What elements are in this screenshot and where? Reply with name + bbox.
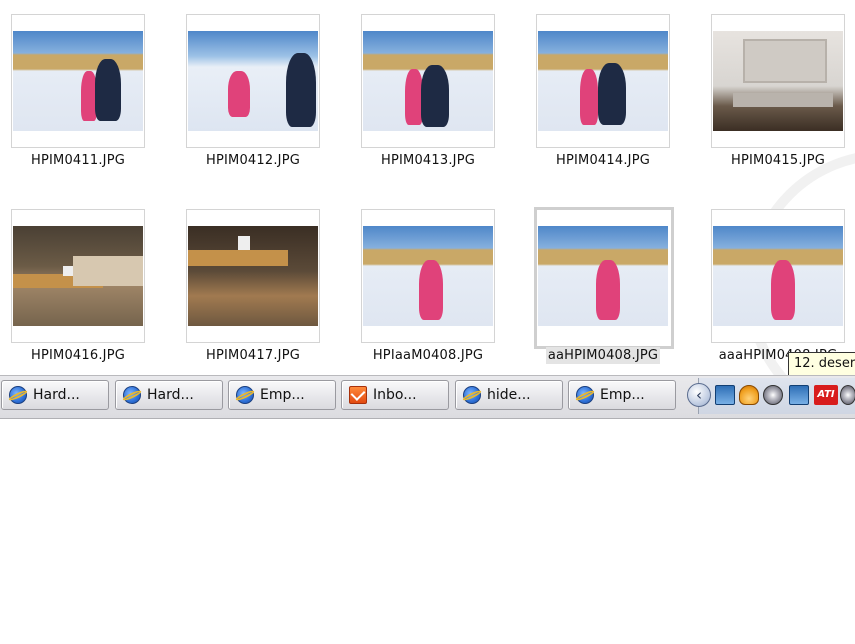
thumbnail-item[interactable]: HPIaaM0408.JPG	[350, 195, 525, 370]
ie-icon	[9, 386, 27, 404]
taskbar-button-label: Inbo...	[373, 387, 417, 403]
show-hidden-icons-button[interactable]: ‹	[687, 383, 711, 407]
cd-icon[interactable]	[763, 385, 783, 405]
photo-thumbnail	[188, 31, 318, 131]
thumbnail-item[interactable]: HPIM0416.JPG	[0, 195, 175, 370]
thumbnail-label: aaHPIM0408.JPG	[545, 347, 661, 364]
thumbnail-label: HPIM0413.JPG	[380, 153, 476, 168]
thumbnail-label: HPIM0417.JPG	[205, 348, 301, 363]
monitor-icon[interactable]	[789, 385, 809, 405]
monitor-icon[interactable]	[715, 385, 735, 405]
ati-icon[interactable]: ATI	[814, 385, 838, 405]
taskbar-button-label: Hard...	[33, 387, 80, 403]
thumbnail-frame	[361, 14, 495, 148]
ie-icon	[236, 386, 254, 404]
thumbnail-frame	[186, 14, 320, 148]
thumbnail-frame	[11, 14, 145, 148]
taskbar-button-emp-2[interactable]: Emp...	[568, 380, 676, 410]
photo-thumbnail	[713, 31, 843, 131]
thumbnail-frame	[534, 207, 674, 349]
thumbnail-label: HPIM0414.JPG	[555, 153, 651, 168]
thumbnail-item[interactable]: HPIM0417.JPG	[175, 195, 350, 370]
taskbar-button-hard-1[interactable]: Hard...	[1, 380, 109, 410]
photo-thumbnail	[363, 226, 493, 326]
thumbnail-item[interactable]: HPIM0412.JPG	[175, 0, 350, 175]
thumbnail-item[interactable]: HPIM0415.JPG	[700, 0, 855, 175]
photo-thumbnail	[363, 31, 493, 131]
taskbar-button-emp-1[interactable]: Emp...	[228, 380, 336, 410]
taskbar-button-label: Emp...	[600, 387, 645, 403]
photo-thumbnail	[188, 226, 318, 326]
thumbnail-label: HPIM0416.JPG	[30, 348, 126, 363]
taskbar-button-hard-2[interactable]: Hard...	[115, 380, 223, 410]
tray-tooltip: 12. desert	[788, 352, 855, 375]
system-tray: ‹ ATI	[687, 378, 855, 414]
taskbar-button-inbox[interactable]: Inbo...	[341, 380, 449, 410]
thumbnail-label: HPIM0415.JPG	[730, 153, 826, 168]
ie-icon	[123, 386, 141, 404]
taskbar-button-label: Emp...	[260, 387, 305, 403]
archive-icon[interactable]	[739, 385, 759, 405]
thumbnail-label: HPIM0412.JPG	[205, 153, 301, 168]
thumbnail-frame	[11, 209, 145, 343]
thumbnail-frame	[711, 209, 845, 343]
thumbnail-item-selected[interactable]: aaHPIM0408.JPG	[525, 195, 700, 370]
photo-thumbnail	[13, 226, 143, 326]
thumbnail-frame	[361, 209, 495, 343]
thumbnail-view: HPIM0411.JPG HPIM0412.JPG HPIM0413.JPG H…	[0, 0, 855, 375]
taskbar: Hard... Hard... Emp... Inbo... hide... E…	[0, 375, 855, 419]
thumbnail-label: HPIM0411.JPG	[30, 153, 126, 168]
thumbnail-item[interactable]: HPIM0411.JPG	[0, 0, 175, 175]
thumbnail-label: HPIaaM0408.JPG	[372, 348, 484, 363]
thumbnail-frame	[711, 14, 845, 148]
mail-icon	[349, 386, 367, 404]
taskbar-button-label: Hard...	[147, 387, 194, 403]
thumbnail-frame	[186, 209, 320, 343]
ie-icon	[576, 386, 594, 404]
thumbnail-frame	[536, 14, 670, 148]
thumbnail-item[interactable]: aaaHPIM0408.JPG	[700, 195, 855, 370]
photo-thumbnail	[713, 226, 843, 326]
thumbnail-item[interactable]: HPIM0413.JPG	[350, 0, 525, 175]
thumbnail-item[interactable]: HPIM0414.JPG	[525, 0, 700, 175]
cd-icon[interactable]	[840, 385, 855, 405]
taskbar-button-label: hide...	[487, 387, 531, 403]
taskbar-button-hide[interactable]: hide...	[455, 380, 563, 410]
photo-thumbnail	[13, 31, 143, 131]
photo-thumbnail	[538, 226, 668, 326]
photo-thumbnail	[538, 31, 668, 131]
ie-icon	[463, 386, 481, 404]
